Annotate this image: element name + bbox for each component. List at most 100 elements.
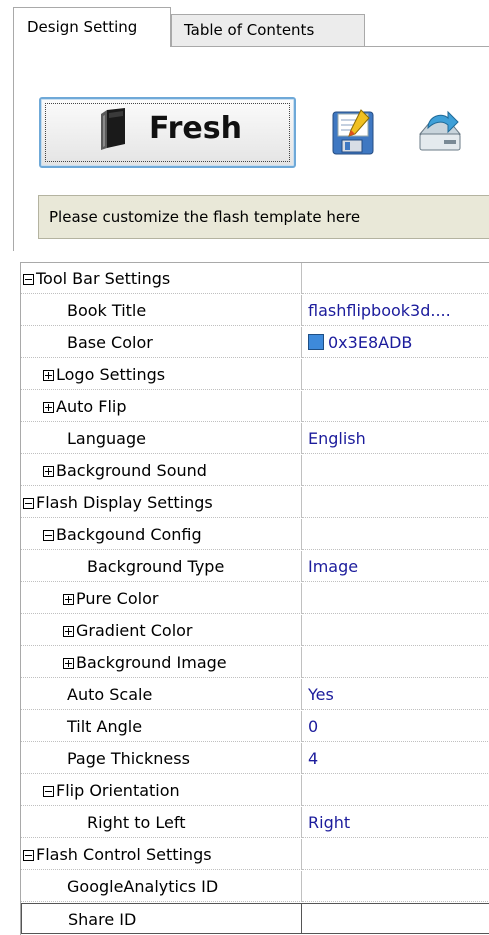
property-value-cell[interactable]	[302, 359, 489, 390]
property-row[interactable]: Base Color 0x3E8ADB	[21, 327, 489, 359]
expand-icon[interactable]	[63, 626, 74, 637]
property-row[interactable]: Pure Color	[21, 583, 489, 615]
property-name-cell: Tilt Angle	[21, 711, 302, 742]
property-label: Right to Left	[87, 813, 186, 832]
expand-icon[interactable]	[63, 658, 74, 669]
property-label: Background Image	[76, 653, 227, 672]
collapse-icon[interactable]	[23, 850, 34, 861]
property-value-cell[interactable]	[302, 519, 489, 550]
property-row[interactable]: GoogleAnalytics ID	[21, 871, 489, 903]
property-value: Yes	[308, 685, 334, 704]
property-value-cell[interactable]	[302, 903, 489, 934]
property-value-cell[interactable]: Yes	[302, 679, 489, 710]
property-value-cell[interactable]	[302, 615, 489, 646]
property-name-cell: Book Title	[21, 295, 302, 326]
tab-table-of-contents[interactable]: Table of Contents	[171, 14, 365, 47]
property-value-cell[interactable]: Image	[302, 551, 489, 582]
expand-icon[interactable]	[43, 370, 54, 381]
property-value-cell[interactable]	[302, 871, 489, 902]
expand-icon[interactable]	[43, 466, 54, 477]
property-value-cell[interactable]: 0	[302, 711, 489, 742]
property-name-cell: Logo Settings	[21, 359, 302, 390]
property-row[interactable]: Auto Scale Yes	[21, 679, 489, 711]
property-row[interactable]: Tool Bar Settings	[21, 263, 489, 295]
expand-icon[interactable]	[63, 594, 74, 605]
design-panel: Fresh Please customize the flash templat…	[13, 46, 489, 251]
property-label: Logo Settings	[56, 365, 166, 384]
property-row[interactable]: Page Thickness 4	[21, 743, 489, 775]
property-row[interactable]: Backgound Config	[21, 519, 489, 551]
property-name-cell: Language	[21, 423, 302, 454]
property-value-cell[interactable]	[302, 391, 489, 422]
property-row[interactable]: Share ID	[21, 903, 489, 935]
property-row[interactable]: Gradient Color	[21, 615, 489, 647]
property-label: Base Color	[67, 333, 153, 352]
collapse-icon[interactable]	[23, 274, 34, 285]
property-row[interactable]: Tilt Angle 0	[21, 711, 489, 743]
collapse-icon[interactable]	[23, 498, 34, 509]
property-name-cell: Flip Orientation	[21, 775, 302, 806]
property-row[interactable]: Flash Display Settings	[21, 487, 489, 519]
property-label: Background Sound	[56, 461, 207, 480]
property-name-cell: Background Image	[21, 647, 302, 678]
property-value: 0x3E8ADB	[328, 333, 413, 352]
property-value-cell[interactable]	[302, 487, 489, 518]
fresh-button[interactable]: Fresh	[39, 97, 296, 168]
property-label: Pure Color	[76, 589, 159, 608]
property-value-cell[interactable]: flashflipbook3d....	[302, 295, 489, 326]
property-row[interactable]: Flip Orientation	[21, 775, 489, 807]
property-value-cell[interactable]: 0x3E8ADB	[302, 327, 489, 358]
property-label: Auto Scale	[67, 685, 153, 704]
property-label: Tilt Angle	[67, 717, 143, 736]
share-export-icon[interactable]	[414, 108, 466, 156]
property-label: Flash Display Settings	[36, 493, 213, 512]
property-value: English	[308, 429, 366, 448]
property-row[interactable]: Background Sound	[21, 455, 489, 487]
tab-design-setting[interactable]: Design Setting	[13, 7, 171, 47]
property-value-cell[interactable]	[302, 647, 489, 678]
property-row[interactable]: Book Title flashflipbook3d....	[21, 295, 489, 327]
property-name-cell: Background Type	[21, 551, 302, 582]
property-value-cell[interactable]: Right	[302, 807, 489, 838]
color-swatch-icon[interactable]	[308, 334, 324, 350]
property-name-cell: Right to Left	[21, 807, 302, 838]
property-row[interactable]: Flash Control Settings	[21, 839, 489, 871]
collapse-icon[interactable]	[43, 786, 54, 797]
property-label: Gradient Color	[76, 621, 193, 640]
property-label: Book Title	[67, 301, 147, 320]
property-value: Image	[308, 557, 359, 576]
property-row[interactable]: Right to Left Right	[21, 807, 489, 839]
property-row[interactable]: Background Image	[21, 647, 489, 679]
collapse-icon[interactable]	[43, 530, 54, 541]
property-name-cell: Backgound Config	[21, 519, 302, 550]
property-value: Right	[308, 813, 351, 832]
property-row[interactable]: Auto Flip	[21, 391, 489, 423]
property-value-cell[interactable]: English	[302, 423, 489, 454]
property-name-cell: Flash Control Settings	[21, 839, 302, 870]
property-row[interactable]: Language English	[21, 423, 489, 455]
property-name-cell: Flash Display Settings	[21, 487, 302, 518]
expand-icon[interactable]	[43, 402, 54, 413]
property-name-cell: Share ID	[21, 903, 302, 934]
property-name-cell: Pure Color	[21, 583, 302, 614]
property-label: Tool Bar Settings	[36, 269, 171, 288]
property-value-cell[interactable]	[302, 263, 489, 294]
property-row[interactable]: Logo Settings	[21, 359, 489, 391]
property-label: Page Thickness	[67, 749, 190, 768]
property-name-cell: GoogleAnalytics ID	[21, 871, 302, 902]
save-edit-icon[interactable]	[331, 108, 375, 156]
property-value-cell[interactable]	[302, 775, 489, 806]
fresh-label: Fresh	[149, 111, 242, 146]
property-value-cell[interactable]	[302, 583, 489, 614]
property-row[interactable]: Background Type Image	[21, 551, 489, 583]
property-name-cell: Auto Flip	[21, 391, 302, 422]
property-label: GoogleAnalytics ID	[67, 877, 219, 896]
property-name-cell: Tool Bar Settings	[21, 263, 302, 294]
hint-text: Please customize the flash template here	[38, 195, 489, 239]
property-value-cell[interactable]	[302, 455, 489, 486]
property-value-cell[interactable]	[302, 839, 489, 870]
property-name-cell: Background Sound	[21, 455, 302, 486]
property-value: 4	[308, 749, 319, 768]
property-grid: Tool Bar Settings Book Title flashflipbook…	[20, 262, 489, 935]
property-value-cell[interactable]: 4	[302, 743, 489, 774]
